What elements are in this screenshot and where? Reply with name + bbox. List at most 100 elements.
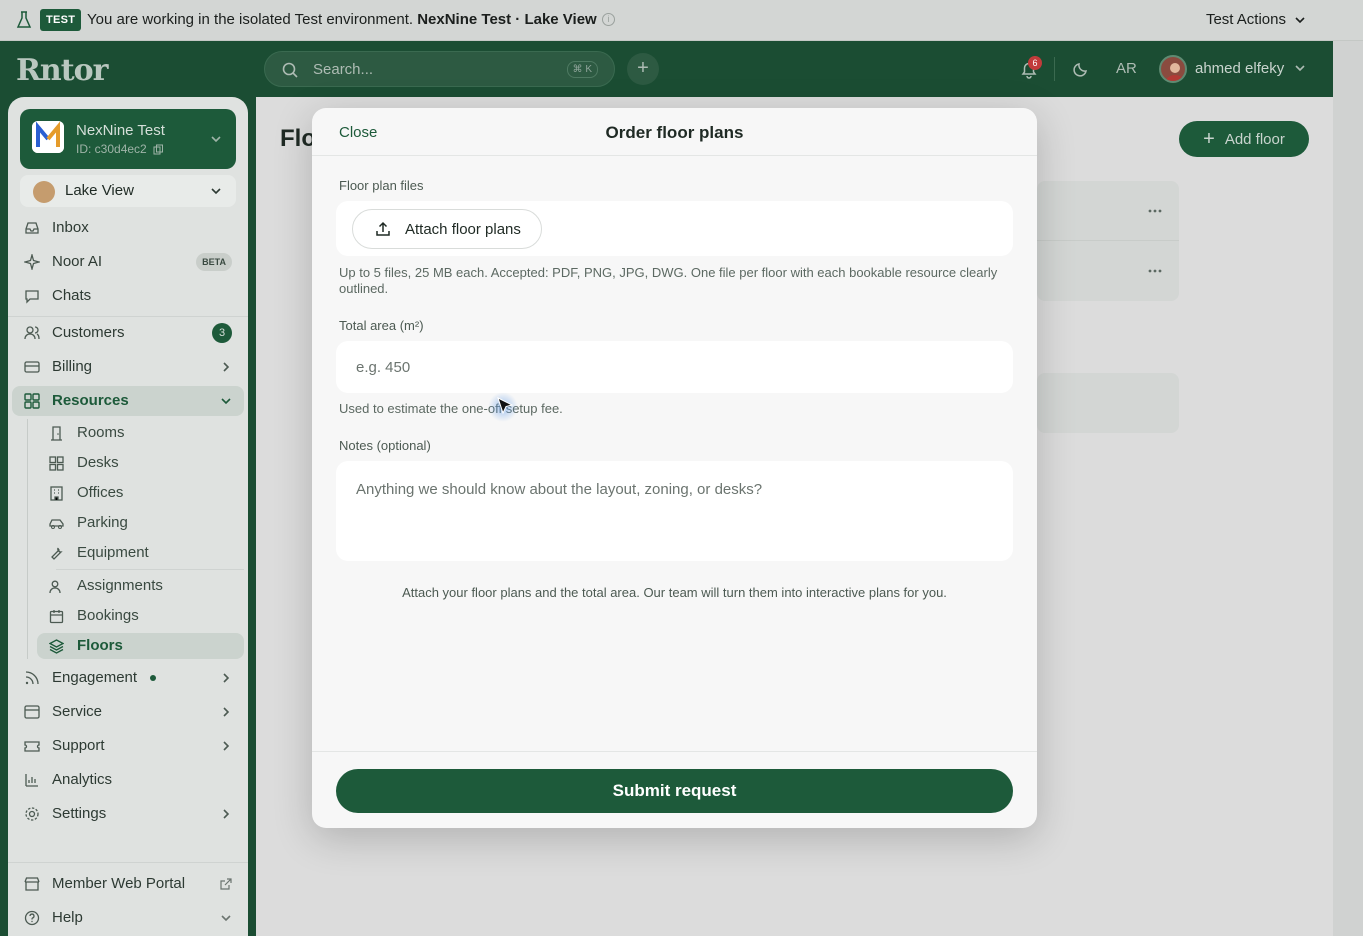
sidebar-item-desks[interactable]: Desks <box>37 450 244 476</box>
window-icon <box>24 705 40 719</box>
sidebar-item-bookings[interactable]: Bookings <box>37 603 244 629</box>
dialog-footer: Submit request <box>312 751 1037 828</box>
page-title: Flo <box>280 125 316 152</box>
chevron-right-icon <box>223 673 230 683</box>
gear-icon <box>25 807 39 821</box>
wrench-icon <box>51 547 63 560</box>
sidebar-item-label: Analytics <box>52 771 113 788</box>
chevron-down-icon <box>221 915 231 922</box>
row-divider <box>1037 240 1179 241</box>
sidebar-item-help[interactable]: Help <box>12 903 244 933</box>
mouse-cursor-icon <box>497 397 514 415</box>
navbar-divider <box>1054 57 1055 81</box>
more-options-icon[interactable] <box>1148 269 1162 273</box>
test-actions-dropdown[interactable]: Test Actions <box>1206 11 1306 28</box>
add-floor-button[interactable]: + Add floor <box>1179 121 1309 157</box>
sidebar-item-label: Resources <box>52 392 129 409</box>
users-icon <box>24 326 40 340</box>
building-icon <box>50 486 63 501</box>
sidebar-item-label: Noor AI <box>52 253 103 270</box>
sidebar-item-label: Chats <box>52 287 92 304</box>
page-scrollbar[interactable] <box>1333 41 1363 936</box>
add-floor-label: Add floor <box>1224 130 1285 148</box>
users-icon <box>49 580 61 594</box>
app-logo[interactable]: Rntor <box>16 53 108 88</box>
floor-list-card <box>1037 181 1179 301</box>
sidebar-item-analytics[interactable]: Analytics <box>12 765 244 795</box>
layers-icon <box>49 639 64 654</box>
sidebar-item-engagement[interactable]: Engagement <box>12 663 244 693</box>
unread-dot <box>150 675 156 681</box>
test-badge: TEST <box>40 9 82 31</box>
chevron-down-icon[interactable] <box>1294 62 1306 74</box>
sidebar-item-chats[interactable]: Chats <box>12 281 244 311</box>
attach-floor-plans-button[interactable]: Attach floor plans <box>352 209 542 249</box>
sidebar-item-label: Assignments <box>77 577 163 594</box>
dark-mode-icon[interactable] <box>1072 60 1090 78</box>
info-icon[interactable]: i <box>602 13 615 26</box>
sidebar-item-label: Member Web Portal <box>52 875 186 892</box>
dialog-title: Order floor plans <box>605 123 744 142</box>
credit-card-icon <box>24 361 40 373</box>
calendar-icon <box>49 610 64 624</box>
global-search[interactable]: Search... ⌘ K <box>264 51 615 87</box>
sidebar-item-parking[interactable]: Parking <box>37 510 244 536</box>
chevron-down-icon <box>211 136 221 143</box>
total-area-input[interactable] <box>336 341 1013 393</box>
sidebar-item-label: Service <box>52 703 103 720</box>
quick-add-button[interactable]: + <box>627 53 659 85</box>
chevron-right-icon <box>223 362 230 372</box>
sidebar-item-floors[interactable]: Floors <box>37 633 244 659</box>
sidebar-item-member-web-portal[interactable]: Member Web Portal <box>12 869 244 899</box>
chevron-right-icon <box>223 741 230 751</box>
banner-message: You are working in the isolated Test env… <box>87 11 597 28</box>
sidebar-item-label: Equipment <box>77 544 149 561</box>
sidebar-item-resources[interactable]: Resources <box>12 386 244 416</box>
sidebar-item-noor-ai[interactable]: Noor AI BETA <box>12 247 244 277</box>
organization-switcher[interactable]: NexNine Test ID: c30d4ec2 <box>20 109 236 169</box>
sidebar-divider <box>8 316 248 317</box>
chevron-down-icon <box>211 188 221 195</box>
sidebar-item-service[interactable]: Service <box>12 697 244 727</box>
user-name[interactable]: ahmed elfeky <box>1195 60 1284 77</box>
total-area-label: Total area (m²) <box>339 318 424 333</box>
customers-count-badge: 3 <box>212 323 232 343</box>
sidebar-item-billing[interactable]: Billing <box>12 352 244 382</box>
sidebar-item-label: Engagement <box>52 669 138 686</box>
sidebar-item-customers[interactable]: Customers 3 <box>12 318 244 348</box>
beta-badge: BETA <box>196 253 232 271</box>
location-name: Lake View <box>65 182 134 199</box>
user-avatar[interactable] <box>1159 55 1187 83</box>
more-options-icon[interactable] <box>1148 209 1162 213</box>
nexnine-logo-icon <box>32 121 64 153</box>
sidebar-item-label: Offices <box>77 484 124 501</box>
store-icon <box>24 877 40 891</box>
top-navbar: Rntor Search... ⌘ K + 6 AR ahmed elfeky <box>0 41 1333 97</box>
sidebar-item-inbox[interactable]: Inbox <box>12 213 244 243</box>
language-toggle[interactable]: AR <box>1116 60 1137 77</box>
copy-icon[interactable] <box>153 144 164 155</box>
ticket-icon <box>24 741 40 752</box>
submit-request-button[interactable]: Submit request <box>336 769 1013 813</box>
sidebar-item-support[interactable]: Support <box>12 731 244 761</box>
grid-icon <box>49 456 64 471</box>
sidebar-item-label: Bookings <box>77 607 139 624</box>
organization-name: NexNine Test <box>76 122 165 139</box>
flask-icon <box>16 11 32 28</box>
submenu-guide <box>27 419 28 659</box>
sidebar-item-offices[interactable]: Offices <box>37 480 244 506</box>
organization-id: ID: c30d4ec2 <box>76 142 164 156</box>
door-icon <box>51 426 62 441</box>
location-switcher[interactable]: Lake View <box>20 175 236 207</box>
sidebar-item-assignments[interactable]: Assignments <box>37 573 244 599</box>
test-environment-banner: TEST You are working in the isolated Tes… <box>0 0 1363 41</box>
sidebar-item-rooms[interactable]: Rooms <box>37 420 244 446</box>
sidebar-item-settings[interactable]: Settings <box>12 799 244 829</box>
sidebar-item-label: Floors <box>77 637 123 654</box>
notes-textarea[interactable] <box>336 461 1013 561</box>
floor-list-card <box>1037 373 1179 433</box>
floor-plan-files-label: Floor plan files <box>339 178 424 193</box>
sidebar-item-label: Inbox <box>52 219 89 236</box>
chevron-down-icon <box>221 398 231 405</box>
sidebar-item-equipment[interactable]: Equipment <box>37 540 244 566</box>
